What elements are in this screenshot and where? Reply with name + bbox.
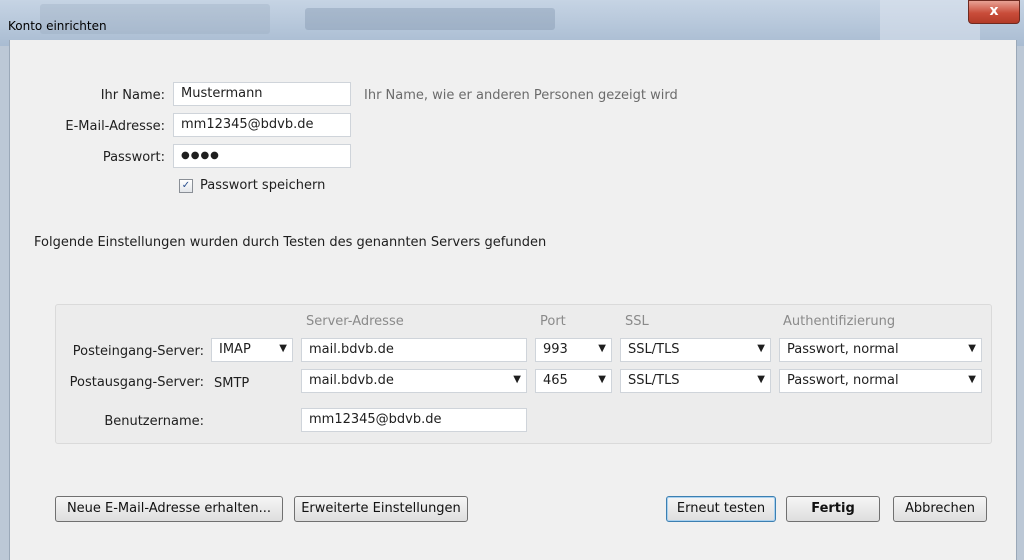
name-hint: Ihr Name, wie er anderen Personen gezeig…: [364, 88, 678, 103]
username-field[interactable]: mm12345@bdvb.de: [301, 408, 527, 432]
outgoing-server-label: Postausgang-Server:: [69, 375, 204, 390]
incoming-auth-dropdown[interactable]: Passwort, normal ▼: [779, 338, 982, 362]
remember-password-checkbox[interactable]: ✓: [179, 179, 193, 193]
account-setup-dialog: Ihr Name: Mustermann Ihr Name, wie er an…: [9, 40, 1017, 560]
incoming-protocol-dropdown[interactable]: IMAP ▼: [211, 338, 293, 362]
outgoing-server-address-field[interactable]: mail.bdvb.de ▼: [301, 369, 527, 393]
chevron-down-icon: ▼: [279, 343, 287, 354]
incoming-port-dropdown[interactable]: 993 ▼: [535, 338, 612, 362]
username-label: Benutzername:: [104, 414, 204, 429]
chevron-down-icon: ▼: [757, 374, 765, 385]
server-settings-group: Server-Adresse Port SSL Authentifizierun…: [55, 304, 992, 444]
password-label: Passwort:: [102, 150, 165, 165]
advanced-settings-button[interactable]: Erweiterte Einstellungen: [294, 496, 468, 522]
outgoing-protocol: SMTP: [214, 376, 250, 391]
chevron-down-icon: ▼: [968, 374, 976, 385]
close-button[interactable]: x: [968, 0, 1020, 24]
remember-password-label[interactable]: Passwort speichern: [200, 178, 325, 193]
email-field[interactable]: mm12345@bdvb.de: [173, 113, 351, 137]
outgoing-port-dropdown[interactable]: 465 ▼: [535, 369, 612, 393]
name-label: Ihr Name:: [100, 88, 165, 103]
outgoing-ssl-dropdown[interactable]: SSL/TLS ▼: [620, 369, 771, 393]
email-label: E-Mail-Adresse:: [65, 119, 165, 134]
header-server-address: Server-Adresse: [306, 314, 404, 329]
incoming-server-address-field[interactable]: mail.bdvb.de: [301, 338, 527, 362]
cancel-button[interactable]: Abbrechen: [893, 496, 987, 522]
incoming-server-label: Posteingang-Server:: [72, 344, 204, 359]
chevron-down-icon: ▼: [757, 343, 765, 354]
header-ssl: SSL: [625, 314, 649, 329]
chevron-down-icon: ▼: [513, 374, 521, 385]
info-text: Folgende Einstellungen wurden durch Test…: [34, 235, 547, 250]
chevron-down-icon: ▼: [598, 374, 606, 385]
close-icon: x: [989, 3, 999, 19]
header-authentication: Authentifizierung: [783, 314, 896, 329]
window-title: Konto einrichten: [8, 19, 107, 33]
checkmark-icon: ✓: [181, 180, 191, 191]
outgoing-auth-dropdown[interactable]: Passwort, normal ▼: [779, 369, 982, 393]
password-field[interactable]: ●●●●: [173, 144, 351, 168]
retest-button[interactable]: Erneut testen: [666, 496, 776, 522]
new-email-address-button[interactable]: Neue E-Mail-Adresse erhalten...: [55, 496, 283, 522]
header-port: Port: [540, 314, 566, 329]
incoming-ssl-dropdown[interactable]: SSL/TLS ▼: [620, 338, 771, 362]
done-button[interactable]: Fertig: [786, 496, 880, 522]
title-bar: Konto einrichten: [0, 8, 1024, 40]
chevron-down-icon: ▼: [968, 343, 976, 354]
chevron-down-icon: ▼: [598, 343, 606, 354]
name-field[interactable]: Mustermann: [173, 82, 351, 106]
